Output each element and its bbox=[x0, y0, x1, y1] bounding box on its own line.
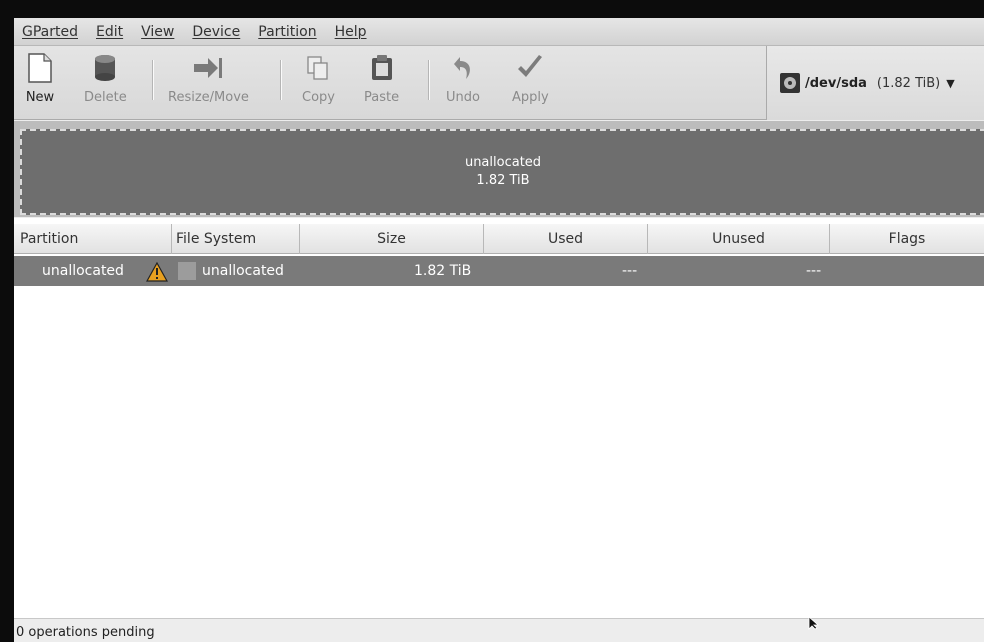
menu-device[interactable]: Device bbox=[192, 24, 240, 40]
row-partition: unallocated bbox=[42, 263, 124, 279]
operations-pending-text: 0 operations pending bbox=[16, 625, 155, 640]
delete-label: Delete bbox=[84, 90, 127, 105]
delete-icon bbox=[89, 52, 121, 84]
menu-gparted[interactable]: GParted bbox=[22, 24, 78, 40]
dropdown-arrow-icon: ▼ bbox=[946, 76, 955, 90]
status-bar: 0 operations pending bbox=[14, 618, 984, 642]
toolbar-separator bbox=[152, 60, 154, 100]
table-row[interactable]: unallocated unallocated 1.82 TiB --- --- bbox=[14, 256, 984, 286]
row-used: --- bbox=[622, 263, 638, 279]
column-file-system[interactable]: File System bbox=[174, 224, 300, 254]
filesystem-color-swatch bbox=[178, 262, 196, 280]
paste-label: Paste bbox=[364, 90, 400, 105]
apply-button[interactable]: Apply bbox=[512, 52, 549, 114]
row-size: 1.82 TiB bbox=[414, 263, 472, 279]
gparted-window: GParted Edit View Device Partition Help … bbox=[14, 18, 984, 642]
disk-graphic: unallocated 1.82 TiB bbox=[14, 121, 984, 217]
delete-button[interactable]: Delete bbox=[84, 52, 127, 114]
resize-arrow-icon bbox=[192, 52, 224, 84]
copy-label: Copy bbox=[302, 90, 335, 105]
menu-edit[interactable]: Edit bbox=[96, 24, 123, 40]
new-document-icon bbox=[24, 52, 56, 84]
block-label: unallocated bbox=[464, 155, 542, 170]
toolbar-separator bbox=[428, 60, 430, 100]
column-used[interactable]: Used bbox=[484, 224, 648, 254]
undo-button[interactable]: Undo bbox=[446, 52, 480, 114]
device-selector[interactable]: /dev/sda (1.82 TiB) ▼ bbox=[766, 46, 984, 120]
column-size[interactable]: Size bbox=[300, 224, 484, 254]
column-partition[interactable]: Partition bbox=[20, 224, 172, 254]
paste-clipboard-icon bbox=[366, 52, 398, 84]
menubar: GParted Edit View Device Partition Help bbox=[14, 18, 984, 46]
unallocated-block[interactable]: unallocated 1.82 TiB bbox=[20, 129, 984, 215]
undo-arrow-icon bbox=[447, 52, 479, 84]
device-size: (1.82 TiB) bbox=[876, 75, 941, 91]
copy-button[interactable]: Copy bbox=[302, 52, 335, 114]
block-size: 1.82 TiB bbox=[476, 173, 530, 188]
menu-help[interactable]: Help bbox=[335, 24, 367, 40]
hard-disk-icon bbox=[780, 73, 800, 93]
menu-partition[interactable]: Partition bbox=[258, 24, 316, 40]
device-name: /dev/sda bbox=[805, 75, 867, 91]
new-button[interactable]: New bbox=[24, 52, 56, 114]
partition-table: Partition File System Size Used Unused F… bbox=[14, 218, 984, 618]
undo-label: Undo bbox=[446, 90, 480, 105]
new-label: New bbox=[25, 90, 55, 105]
toolbar: New Delete Resize/Move Copy Paste Undo A… bbox=[14, 46, 984, 120]
checkmark-icon bbox=[514, 52, 546, 84]
row-file-system: unallocated bbox=[202, 263, 284, 279]
column-flags[interactable]: Flags bbox=[830, 224, 984, 254]
paste-button[interactable]: Paste bbox=[364, 52, 399, 114]
column-unused[interactable]: Unused bbox=[648, 224, 830, 254]
resize-move-label: Resize/Move bbox=[168, 90, 249, 105]
warning-icon bbox=[146, 262, 168, 282]
menu-view[interactable]: View bbox=[141, 24, 174, 40]
copy-icon bbox=[302, 52, 334, 84]
row-unused: --- bbox=[806, 263, 822, 279]
toolbar-separator bbox=[280, 60, 282, 100]
table-header: Partition File System Size Used Unused F… bbox=[14, 224, 984, 254]
mouse-pointer-icon bbox=[808, 616, 820, 630]
apply-label: Apply bbox=[512, 90, 549, 105]
screen: GParted Edit View Device Partition Help … bbox=[0, 0, 984, 642]
resize-move-button[interactable]: Resize/Move bbox=[168, 52, 249, 114]
